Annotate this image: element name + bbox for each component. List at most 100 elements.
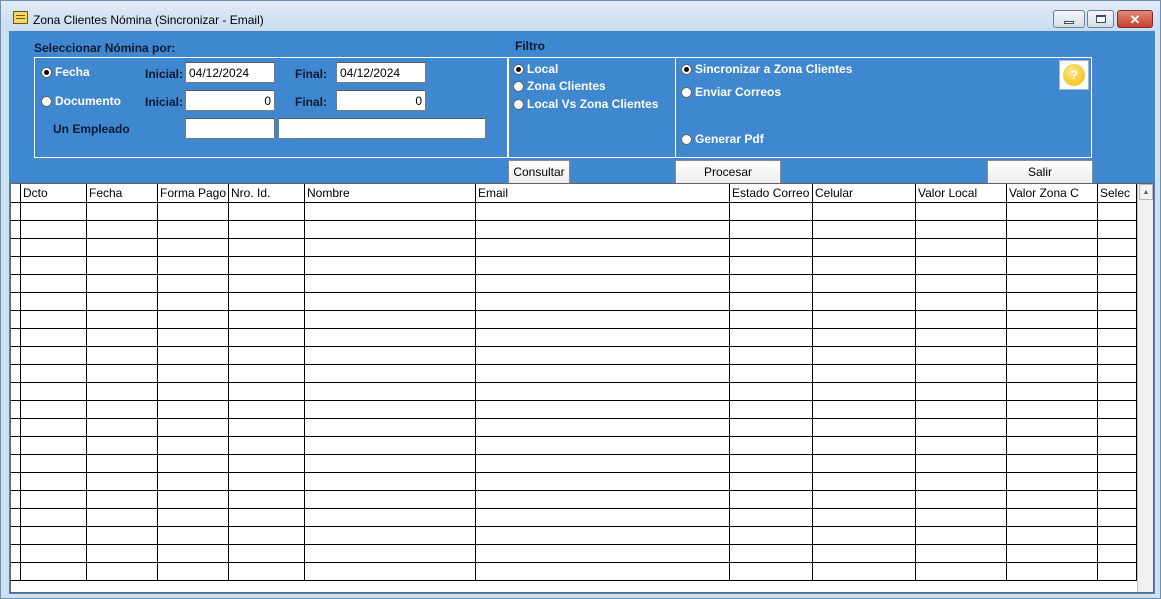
table-row[interactable] bbox=[11, 311, 1137, 329]
table-cell[interactable] bbox=[87, 455, 158, 472]
table-cell[interactable] bbox=[305, 239, 476, 256]
table-cell[interactable] bbox=[158, 347, 229, 364]
radio-filtro-local-vs-zona[interactable]: Local Vs Zona Clientes bbox=[513, 97, 658, 111]
table-cell[interactable] bbox=[1098, 293, 1137, 310]
table-cell[interactable] bbox=[158, 401, 229, 418]
table-cell[interactable] bbox=[1007, 491, 1098, 508]
table-cell[interactable] bbox=[730, 383, 813, 400]
table-cell[interactable] bbox=[476, 347, 730, 364]
table-cell[interactable] bbox=[158, 329, 229, 346]
table-cell[interactable] bbox=[476, 365, 730, 382]
table-cell[interactable] bbox=[229, 383, 305, 400]
table-cell[interactable] bbox=[476, 221, 730, 238]
table-cell[interactable] bbox=[1098, 257, 1137, 274]
table-cell[interactable] bbox=[476, 455, 730, 472]
table-cell[interactable] bbox=[1098, 455, 1137, 472]
table-cell[interactable] bbox=[476, 527, 730, 544]
close-button[interactable]: ✕ bbox=[1117, 10, 1153, 28]
table-cell[interactable] bbox=[730, 347, 813, 364]
table-cell[interactable] bbox=[813, 545, 916, 562]
table-cell[interactable] bbox=[730, 563, 813, 580]
table-cell[interactable] bbox=[813, 221, 916, 238]
table-cell[interactable] bbox=[229, 419, 305, 436]
table-cell[interactable] bbox=[476, 293, 730, 310]
table-cell[interactable] bbox=[476, 329, 730, 346]
table-cell[interactable] bbox=[229, 401, 305, 418]
column-header-selec[interactable]: Selec bbox=[1098, 184, 1137, 203]
table-cell[interactable] bbox=[1007, 203, 1098, 220]
doc-final-input[interactable]: 0 bbox=[336, 90, 426, 111]
table-row[interactable] bbox=[11, 419, 1137, 437]
table-cell[interactable] bbox=[813, 239, 916, 256]
table-cell[interactable] bbox=[1098, 563, 1137, 580]
table-cell[interactable] bbox=[87, 275, 158, 292]
table-cell[interactable] bbox=[813, 365, 916, 382]
table-cell[interactable] bbox=[305, 437, 476, 454]
table-cell[interactable] bbox=[1007, 437, 1098, 454]
table-cell[interactable] bbox=[21, 473, 87, 490]
table-cell[interactable] bbox=[21, 491, 87, 508]
table-cell[interactable] bbox=[11, 401, 21, 418]
radio-documento[interactable]: Documento bbox=[41, 94, 121, 108]
table-cell[interactable] bbox=[87, 203, 158, 220]
table-cell[interactable] bbox=[158, 545, 229, 562]
table-cell[interactable] bbox=[158, 239, 229, 256]
table-cell[interactable] bbox=[1098, 311, 1137, 328]
table-cell[interactable] bbox=[305, 473, 476, 490]
table-row[interactable] bbox=[11, 527, 1137, 545]
table-row[interactable] bbox=[11, 257, 1137, 275]
table-cell[interactable] bbox=[229, 473, 305, 490]
table-cell[interactable] bbox=[1007, 311, 1098, 328]
table-cell[interactable] bbox=[916, 293, 1007, 310]
table-cell[interactable] bbox=[21, 437, 87, 454]
vertical-scrollbar[interactable]: ▲ bbox=[1137, 184, 1153, 592]
table-cell[interactable] bbox=[1007, 509, 1098, 526]
table-cell[interactable] bbox=[87, 527, 158, 544]
table-cell[interactable] bbox=[158, 563, 229, 580]
table-cell[interactable] bbox=[916, 491, 1007, 508]
table-cell[interactable] bbox=[476, 311, 730, 328]
table-cell[interactable] bbox=[21, 293, 87, 310]
table-cell[interactable] bbox=[1007, 455, 1098, 472]
table-cell[interactable] bbox=[1098, 545, 1137, 562]
table-cell[interactable] bbox=[87, 383, 158, 400]
table-cell[interactable] bbox=[916, 383, 1007, 400]
table-cell[interactable] bbox=[11, 437, 21, 454]
table-cell[interactable] bbox=[916, 311, 1007, 328]
table-cell[interactable] bbox=[11, 473, 21, 490]
table-cell[interactable] bbox=[730, 545, 813, 562]
table-cell[interactable] bbox=[1007, 239, 1098, 256]
table-row[interactable] bbox=[11, 203, 1137, 221]
table-cell[interactable] bbox=[87, 347, 158, 364]
table-cell[interactable] bbox=[87, 563, 158, 580]
table-cell[interactable] bbox=[158, 203, 229, 220]
table-cell[interactable] bbox=[1098, 509, 1137, 526]
table-cell[interactable] bbox=[21, 383, 87, 400]
table-cell[interactable] bbox=[158, 527, 229, 544]
table-cell[interactable] bbox=[229, 545, 305, 562]
table-cell[interactable] bbox=[916, 257, 1007, 274]
table-cell[interactable] bbox=[21, 563, 87, 580]
table-row[interactable] bbox=[11, 329, 1137, 347]
table-cell[interactable] bbox=[813, 455, 916, 472]
table-cell[interactable] bbox=[158, 419, 229, 436]
table-cell[interactable] bbox=[11, 491, 21, 508]
table-cell[interactable] bbox=[305, 509, 476, 526]
table-row[interactable] bbox=[11, 275, 1137, 293]
table-cell[interactable] bbox=[730, 221, 813, 238]
table-cell[interactable] bbox=[11, 527, 21, 544]
table-cell[interactable] bbox=[158, 257, 229, 274]
table-cell[interactable] bbox=[1098, 347, 1137, 364]
table-cell[interactable] bbox=[11, 347, 21, 364]
table-cell[interactable] bbox=[229, 311, 305, 328]
table-cell[interactable] bbox=[1098, 275, 1137, 292]
table-cell[interactable] bbox=[229, 257, 305, 274]
table-cell[interactable] bbox=[916, 329, 1007, 346]
table-cell[interactable] bbox=[305, 545, 476, 562]
table-row[interactable] bbox=[11, 365, 1137, 383]
table-cell[interactable] bbox=[305, 257, 476, 274]
table-row[interactable] bbox=[11, 401, 1137, 419]
table-row[interactable] bbox=[11, 509, 1137, 527]
radio-enviar-correos[interactable]: Enviar Correos bbox=[681, 85, 781, 99]
table-cell[interactable] bbox=[476, 419, 730, 436]
